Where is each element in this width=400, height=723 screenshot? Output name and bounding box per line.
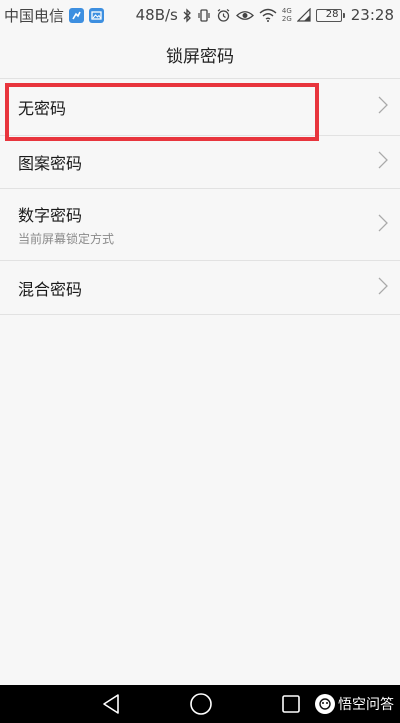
chevron-right-icon [378,277,388,299]
option-pattern-password[interactable]: 图案密码 [0,136,400,189]
option-no-password[interactable]: 无密码 [0,78,400,136]
watermark-text: 悟空问答 [338,697,394,713]
option-label: 图案密码 [18,154,83,173]
option-label: 无密码 [18,99,67,118]
wukong-logo-icon [315,694,335,714]
chevron-right-icon [378,96,388,118]
wifi-icon [259,8,277,22]
recent-apps-button[interactable] [279,692,303,716]
vibrate-icon [197,8,211,23]
app-notification-icon [69,7,85,23]
bluetooth-icon [183,7,192,23]
status-bar: 中国电信 48B/s 4G 2G 28 23:28 [0,0,400,30]
lock-type-list: 无密码 图案密码 数字密码 当前屏幕锁定方式 混合密码 [0,78,400,315]
signal-icon [296,8,311,22]
option-current-status: 当前屏幕锁定方式 [18,232,115,246]
battery-level: 28 [325,9,339,20]
back-button[interactable] [99,692,123,716]
battery-icon: 28 [315,8,345,22]
chevron-right-icon [378,151,388,173]
watermark: 悟空问答 [315,694,394,714]
alarm-icon [216,8,231,23]
net-speed: 48B/s [135,6,178,24]
eye-comfort-icon [235,9,254,22]
navigation-bar: 悟空问答 [0,685,400,723]
page-title-bar: 锁屏密码 [0,30,400,78]
clock: 23:28 [350,6,394,24]
page-title: 锁屏密码 [166,46,234,67]
gallery-notification-icon [89,7,105,23]
option-label: 混合密码 [18,279,83,299]
home-button[interactable] [189,692,213,716]
chevron-right-icon [378,214,388,236]
carrier-name: 中国电信 [4,6,65,25]
network-type-indicator: 4G 2G [281,7,292,23]
option-pin-password[interactable]: 数字密码 当前屏幕锁定方式 [0,189,400,261]
option-label: 数字密码 [18,206,83,225]
option-mixed-password[interactable]: 混合密码 [0,261,400,315]
